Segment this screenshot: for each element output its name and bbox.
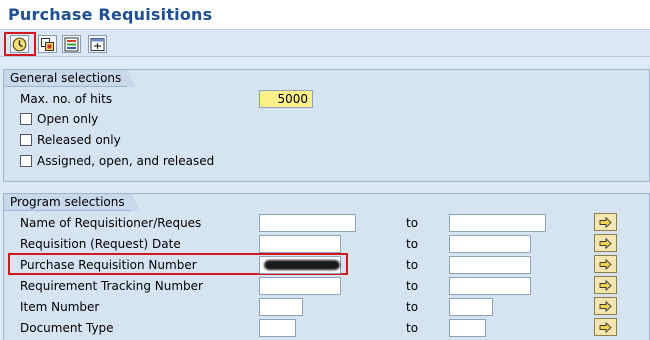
assigned-open-released-checkbox[interactable] <box>20 155 32 167</box>
requisition-number-label: Purchase Requisition Number <box>20 258 197 272</box>
requisition-date-to-input[interactable] <box>449 235 531 253</box>
requisitioner-to-input[interactable] <box>449 214 546 232</box>
requisition-date-multiple-selection-button[interactable] <box>594 234 617 252</box>
arrow-right-icon <box>599 237 612 249</box>
arrow-right-icon <box>599 216 612 228</box>
redacted-value <box>264 260 340 270</box>
tracking-number-to-label: to <box>406 279 419 293</box>
selection-options-icon <box>64 37 79 51</box>
document-type-to-input[interactable] <box>449 319 486 337</box>
requisition-date-label: Requisition (Request) Date <box>20 237 181 251</box>
page-title: Purchase Requisitions <box>8 5 213 24</box>
title-bar: Purchase Requisitions <box>0 0 650 30</box>
selection-options-button[interactable] <box>62 35 81 53</box>
variant-icon <box>41 37 54 51</box>
assigned-open-released-label: Assigned, open, and released <box>37 154 215 168</box>
open-only-checkbox[interactable] <box>20 113 32 125</box>
tracking-number-to-input[interactable] <box>449 277 531 295</box>
arrow-right-icon <box>599 321 612 333</box>
requisitioner-to-label: to <box>406 216 419 230</box>
released-only-checkbox[interactable] <box>20 134 32 146</box>
general-selections-title: General selections <box>3 69 137 87</box>
item-number-to-label: to <box>406 300 419 314</box>
arrow-right-icon <box>599 300 612 312</box>
max-hits-input[interactable]: 5000 <box>259 90 313 108</box>
requisition-number-to-input[interactable] <box>449 256 531 274</box>
requisition-number-from-input[interactable] <box>259 256 341 274</box>
max-hits-label: Max. no. of hits <box>20 92 113 106</box>
document-type-to-label: to <box>406 321 419 335</box>
document-type-from-input[interactable] <box>259 319 296 337</box>
dynamic-selection-icon <box>90 37 105 51</box>
tracking-number-multiple-selection-button[interactable] <box>594 276 617 294</box>
requisition-number-to-label: to <box>406 258 419 272</box>
requisitioner-multiple-selection-button[interactable] <box>594 213 617 231</box>
requisitioner-label: Name of Requisitioner/Reques <box>20 216 202 230</box>
dynamic-selection-button[interactable] <box>88 35 107 53</box>
released-only-label: Released only <box>37 133 121 147</box>
document-type-label: Document Type <box>20 321 114 335</box>
program-selections-group: Program selections Name of Requisitioner… <box>3 193 650 340</box>
document-type-multiple-selection-button[interactable] <box>594 318 617 336</box>
requisition-number-multiple-selection-button[interactable] <box>594 255 617 273</box>
general-selections-group: General selections Max. no. of hits 5000… <box>3 69 650 182</box>
arrow-right-icon <box>599 279 612 291</box>
item-number-from-input[interactable] <box>259 298 303 316</box>
requisition-date-to-label: to <box>406 237 419 251</box>
get-variant-button[interactable] <box>38 35 57 53</box>
tracking-number-from-input[interactable] <box>259 277 341 295</box>
arrow-right-icon <box>599 258 612 270</box>
requisition-date-from-input[interactable] <box>259 235 341 253</box>
application-toolbar <box>0 31 650 57</box>
item-number-to-input[interactable] <box>449 298 493 316</box>
execute-button[interactable] <box>10 35 29 53</box>
program-selections-title: Program selections <box>3 193 140 211</box>
tracking-number-label: Requirement Tracking Number <box>20 279 203 293</box>
item-number-label: Item Number <box>20 300 100 314</box>
execute-icon <box>12 37 27 51</box>
open-only-label: Open only <box>37 112 99 126</box>
item-number-multiple-selection-button[interactable] <box>594 297 617 315</box>
requisitioner-from-input[interactable] <box>259 214 356 232</box>
